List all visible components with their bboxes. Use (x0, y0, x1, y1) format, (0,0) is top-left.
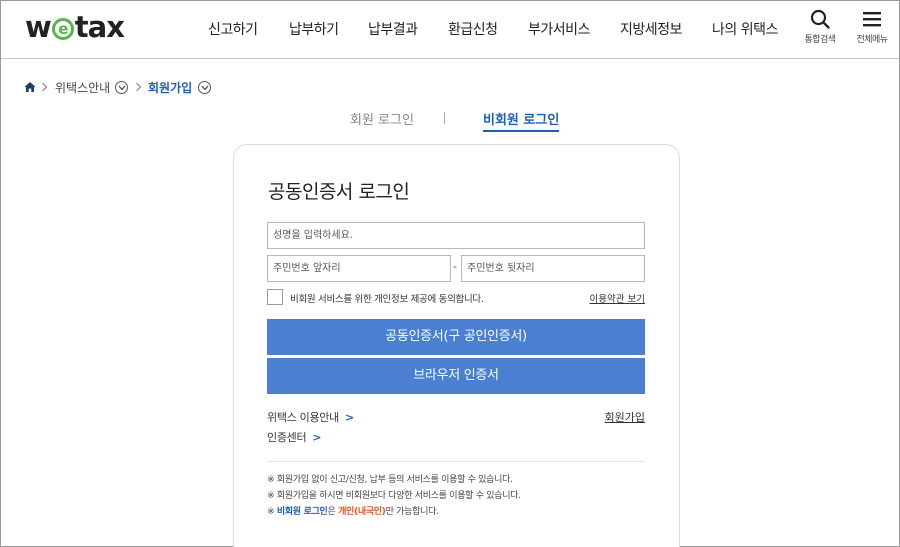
chevron-right-icon (42, 82, 48, 92)
usage-guide-label: 위택스 이용안내 (267, 411, 339, 424)
id-dash: - (453, 260, 457, 273)
nav-item-my-wetax[interactable]: 나의 위택스 (712, 19, 778, 39)
joint-certificate-button[interactable]: 공동인증서(구 공인인증서) (267, 319, 645, 355)
notice-line-2: ※ 회원가입을 하시면 비회원보다 다양한 서비스를 이용할 수 있습니다. (267, 488, 521, 501)
home-icon[interactable] (24, 81, 36, 93)
notice-text: 은 (327, 507, 339, 517)
search-button[interactable]: 통합검색 (798, 9, 842, 45)
cert-center-link[interactable]: 인증센터 > (267, 429, 322, 445)
browser-certificate-button[interactable]: 브라우저 인증서 (267, 358, 645, 394)
name-input[interactable] (267, 222, 645, 249)
card-title: 공동인증서 로그인 (268, 181, 410, 203)
chevron-down-circle-icon[interactable] (198, 81, 211, 94)
notice-guest-login: 비회원 로그인 (276, 507, 328, 517)
notice-text: 만 가능합니다. (385, 507, 439, 517)
search-icon (810, 9, 830, 29)
all-menu-button[interactable]: 전체메뉴 (850, 9, 894, 45)
notice-line-3: ※ 비회원 로그인은 개인(내국인)만 가능합니다. (267, 504, 439, 517)
resident-id-back-input[interactable] (461, 255, 645, 282)
join-link[interactable]: 회원가입 (605, 409, 645, 425)
agree-label: 비회원 서비스를 위한 개인정보 제공에 동의합니다. (290, 294, 484, 305)
wetax-logo[interactable]: w e tax (25, 10, 125, 44)
site-header: w e tax 신고하기 납부하기 납부결과 환급신청 부가서비스 지방세정보 나의… (1, 1, 899, 59)
notice-text: 회원가입을 하시면 비회원보다 다양한 서비스를 이용할 수 있습니다. (276, 491, 521, 501)
nav-item-pay[interactable]: 납부하기 (289, 19, 339, 39)
breadcrumb-level1[interactable]: 위택스안내 (55, 79, 110, 96)
notice-mark: ※ (267, 475, 275, 485)
divider (267, 461, 645, 462)
tab-member-login[interactable]: 회원 로그인 (350, 109, 414, 128)
notice-mark: ※ (267, 491, 275, 501)
chevron-down-circle-icon[interactable] (115, 81, 128, 94)
nav-item-pay-result[interactable]: 납부결과 (368, 19, 418, 39)
agree-checkbox[interactable] (267, 289, 283, 305)
nav-item-local-tax-info[interactable]: 지방세정보 (620, 19, 682, 39)
tab-divider (444, 112, 445, 124)
cert-center-label: 인증센터 (267, 431, 307, 444)
notice-mark: ※ (267, 507, 275, 517)
nav-item-report[interactable]: 신고하기 (208, 19, 258, 39)
chevron-right-icon: > (312, 431, 322, 444)
menu-label: 전체메뉴 (856, 35, 888, 45)
notice-text: 회원가입 없이 신고/신청, 납부 등의 서비스를 이용할 수 있습니다. (276, 475, 513, 485)
search-label: 통합검색 (804, 35, 836, 45)
logo-suffix: tax (74, 10, 125, 44)
nav-item-refund[interactable]: 환급신청 (448, 19, 498, 39)
nav-item-extra-services[interactable]: 부가서비스 (528, 19, 590, 39)
chevron-right-icon (136, 82, 142, 92)
login-card: 공동인증서 로그인 - 비회원 서비스를 위한 개인정보 제공에 동의합니다. … (233, 144, 680, 547)
terms-link[interactable]: 이용약관 보기 (590, 291, 645, 305)
hamburger-menu-icon (863, 12, 881, 27)
logo-e: e (51, 18, 74, 40)
chevron-right-icon: > (344, 411, 354, 424)
usage-guide-link[interactable]: 위택스 이용안내 > (267, 409, 354, 425)
resident-id-front-input[interactable] (267, 255, 451, 282)
breadcrumb-level2[interactable]: 회원가입 (148, 79, 192, 96)
notice-line-1: ※ 회원가입 없이 신고/신청, 납부 등의 서비스를 이용할 수 있습니다. (267, 472, 513, 485)
tab-guest-login[interactable]: 비회원 로그인 (483, 109, 560, 132)
logo-prefix: w (25, 10, 52, 44)
notice-individual: 개인(내국인) (338, 507, 386, 517)
